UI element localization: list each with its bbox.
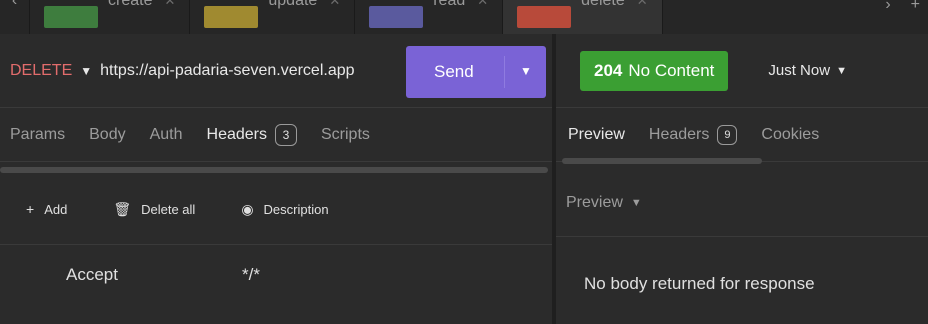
request-tab-create[interactable]: create ✕ — [30, 0, 191, 34]
tab-color-swatch — [204, 6, 259, 28]
header-row: Accept */* — [0, 246, 552, 304]
request-tabs: Params Body Auth Headers 3 Scripts — [0, 108, 552, 162]
header-key-input[interactable]: Accept — [66, 265, 242, 285]
eye-icon: ◉ — [241, 200, 254, 217]
status-code: 204 — [594, 60, 623, 80]
request-panel: DELETE ▼ https://api-padaria-seven.verce… — [0, 34, 552, 324]
response-time-label: Just Now — [768, 62, 831, 79]
tab-headers[interactable]: Headers 3 — [206, 123, 297, 146]
add-label: Add — [44, 201, 68, 217]
send-divider — [504, 56, 505, 88]
horizontal-scrollbar[interactable] — [562, 158, 762, 164]
response-status-bar: 204 No Content Just Now ▼ — [556, 34, 928, 108]
tab-color-swatch — [517, 6, 572, 28]
preview-mode-label: Preview — [566, 194, 623, 211]
status-text: No Content — [628, 60, 715, 80]
tab-headers-label: Headers — [206, 125, 267, 143]
empty-response-message: No body returned for response — [584, 274, 815, 293]
header-value-input[interactable]: */* — [242, 265, 260, 285]
tab-params[interactable]: Params — [10, 126, 65, 144]
divider — [556, 236, 928, 237]
tab-label: read — [433, 0, 466, 9]
chevron-down-icon: ▼ — [836, 64, 847, 77]
preview-mode-dropdown[interactable]: Preview ▼ — [566, 194, 642, 212]
response-panel: 204 No Content Just Now ▼ Preview Header… — [556, 34, 928, 324]
horizontal-scrollbar[interactable] — [0, 167, 548, 173]
description-toggle-button[interactable]: ◉ Description — [241, 201, 328, 218]
chevron-down-icon[interactable]: ▼ — [520, 64, 532, 78]
plus-icon: + — [26, 201, 35, 217]
tab-color-swatch — [369, 6, 424, 28]
request-tab-strip: ‹ create ✕ update ✕ read ✕ delete ✕ › + — [0, 0, 928, 34]
tabs-scroll-left-button[interactable]: ‹ — [0, 0, 30, 34]
close-icon[interactable]: ✕ — [637, 0, 648, 9]
new-tab-icon[interactable]: + — [911, 0, 920, 14]
tab-color-swatch — [44, 6, 98, 28]
tab-response-headers-label: Headers — [648, 125, 710, 143]
tab-body[interactable]: Body — [89, 126, 125, 144]
tab-label: delete — [581, 0, 625, 9]
tab-label: create — [108, 0, 153, 9]
tab-cookies[interactable]: Cookies — [761, 126, 819, 144]
tab-preview[interactable]: Preview — [568, 126, 625, 144]
response-tabs: Preview Headers 9 Cookies — [556, 108, 928, 162]
method-select[interactable]: DELETE — [10, 62, 72, 80]
response-time-dropdown[interactable]: Just Now ▼ — [768, 62, 847, 79]
request-tab-update[interactable]: update ✕ — [190, 0, 356, 34]
url-bar: DELETE ▼ https://api-padaria-seven.verce… — [0, 34, 552, 108]
chevron-down-icon: ▼ — [630, 197, 642, 209]
tab-label: update — [268, 0, 318, 9]
chevron-down-icon[interactable]: ▼ — [80, 64, 92, 78]
description-label: Description — [263, 201, 329, 217]
headers-toolbar: + Add 🗑 Delete all ◉ Description — [0, 184, 552, 234]
headers-count-badge: 3 — [275, 123, 297, 146]
request-tab-read[interactable]: read ✕ — [355, 0, 504, 34]
add-header-button[interactable]: + Add — [26, 201, 67, 217]
tab-scripts[interactable]: Scripts — [321, 126, 370, 144]
send-button[interactable]: Send ▼ — [406, 46, 546, 98]
close-icon[interactable]: ✕ — [329, 0, 340, 9]
tab-response-headers[interactable]: Headers 9 — [648, 124, 738, 145]
close-icon[interactable]: ✕ — [164, 0, 175, 9]
send-button-label: Send — [434, 62, 474, 81]
request-tab-delete[interactable]: delete ✕ — [503, 0, 663, 34]
delete-all-label: Delete all — [141, 201, 196, 217]
status-badge: 204 No Content — [580, 50, 729, 91]
delete-all-button[interactable]: 🗑 Delete all — [113, 201, 195, 218]
trash-icon: 🗑 — [113, 200, 132, 217]
close-icon[interactable]: ✕ — [477, 0, 488, 9]
chevron-left-icon: ‹ — [11, 0, 18, 9]
response-headers-count-badge: 9 — [717, 124, 738, 145]
chevron-right-icon[interactable]: › — [885, 0, 890, 14]
url-input[interactable]: https://api-padaria-seven.vercel.app — [100, 62, 386, 80]
tab-auth[interactable]: Auth — [150, 126, 183, 144]
divider — [0, 244, 552, 245]
